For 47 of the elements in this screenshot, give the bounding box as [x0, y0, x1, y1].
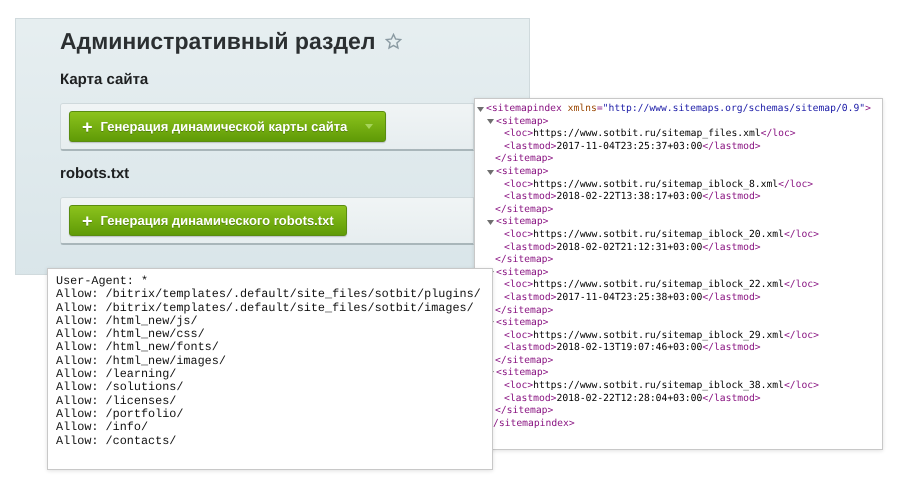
xml-line: </sitemap> [494, 304, 554, 318]
section-heading: robots.txt [60, 165, 130, 184]
robots-line: Allow: /html_new/css/ [56, 328, 206, 342]
expanded-triangle-icon[interactable] [477, 106, 484, 113]
star-icon[interactable] [385, 32, 402, 50]
robots-line: Allow: /info/ [56, 421, 150, 435]
expanded-triangle-icon[interactable] [487, 168, 494, 176]
section-heading: Карта сайта [60, 71, 148, 90]
xml-line: <lastmod>2018-02-22T13:38:17+03:00</lastmod> [503, 191, 762, 204]
xml-line: <loc>https://www.sotbit.ru/sitemap_iblock_38.xml</loc> [503, 380, 820, 393]
xml-line: <loc>https://www.sotbit.ru/sitemap_iblock_22.xml</loc> [503, 279, 820, 292]
robots-line: Allow: /portfolio/ [56, 408, 184, 422]
xml-line: <sitemap> [477, 116, 882, 128]
xml-line: </sitemap> [494, 153, 554, 166]
equals-sign: = [596, 103, 603, 116]
xml-line: </sitemap> [494, 354, 554, 368]
robots-line: Allow: /html_new/images/ [56, 354, 227, 368]
xml-line: <lastmod>2017-11-04T23:25:37+03:00</lastmod> [503, 140, 762, 154]
xml-line: <loc>https://www.sotbit.ru/sitemap_iblock_8.xml</loc> [503, 178, 814, 192]
generate-button[interactable]: + Генерация динамического robots.txt [69, 205, 347, 236]
xml-line: </sitemap> [494, 204, 554, 216]
xml-line: <sitemap> [477, 166, 882, 179]
robots-line: Allow: /licenses/ [56, 394, 178, 408]
xml-line: <lastmod>2018-02-02T21:12:31+03:00</lastmod> [503, 242, 762, 254]
xml-line: </sitemap> [494, 254, 554, 267]
xml-line: <lastmod>2018-02-13T19:07:46+03:00</lastmod> [503, 342, 762, 355]
xml-line: </sitemap> [494, 405, 554, 418]
xml-line: <lastmod>2018-02-22T12:28:04+03:00</lastmod> [503, 392, 762, 406]
robots-line: Allow: /learning/ [56, 368, 178, 382]
generate-button[interactable]: + Генерация динамической карты сайта [69, 111, 386, 142]
xml-line: <loc>https://www.sotbit.ru/sitemap_iblock_29.xml</loc> [503, 330, 820, 342]
xml-line: <loc>https://www.sotbit.ru/sitemap_iblock_20.xml</loc> [503, 228, 820, 242]
robots-line: User-Agent: * [56, 275, 150, 288]
robots-line: Allow: /html_new/fonts/ [56, 341, 220, 355]
robots-line: Allow: /contacts/ [56, 434, 178, 448]
xml-line: <sitemapindex xmlns="http://www.sitemaps.org/schemas/sitemap/0.9"> [477, 103, 882, 116]
robots-line: Allow: /html_new/js/ [56, 314, 199, 328]
xml-line: /sitemapindex> [492, 418, 576, 430]
expanded-triangle-icon[interactable] [487, 118, 494, 126]
xml-line: <sitemap> [477, 216, 882, 229]
robots-line: Allow: /bitrix/templates/.default/site_files/sotbit/images/ [56, 302, 475, 315]
robots-line: Allow: /solutions/ [56, 381, 184, 395]
xml-line: <loc>https://www.sotbit.ru/sitemap_files.xml</loc> [503, 128, 797, 141]
expanded-triangle-icon[interactable] [487, 219, 494, 226]
page-title: Административный раздел [60, 28, 376, 54]
xml-line: <lastmod>2017-11-04T23:25:38+03:00</lastmod> [503, 292, 762, 304]
robots-line: Allow: /bitrix/templates/.default/site_files/sotbit/plugins/ [56, 288, 482, 302]
